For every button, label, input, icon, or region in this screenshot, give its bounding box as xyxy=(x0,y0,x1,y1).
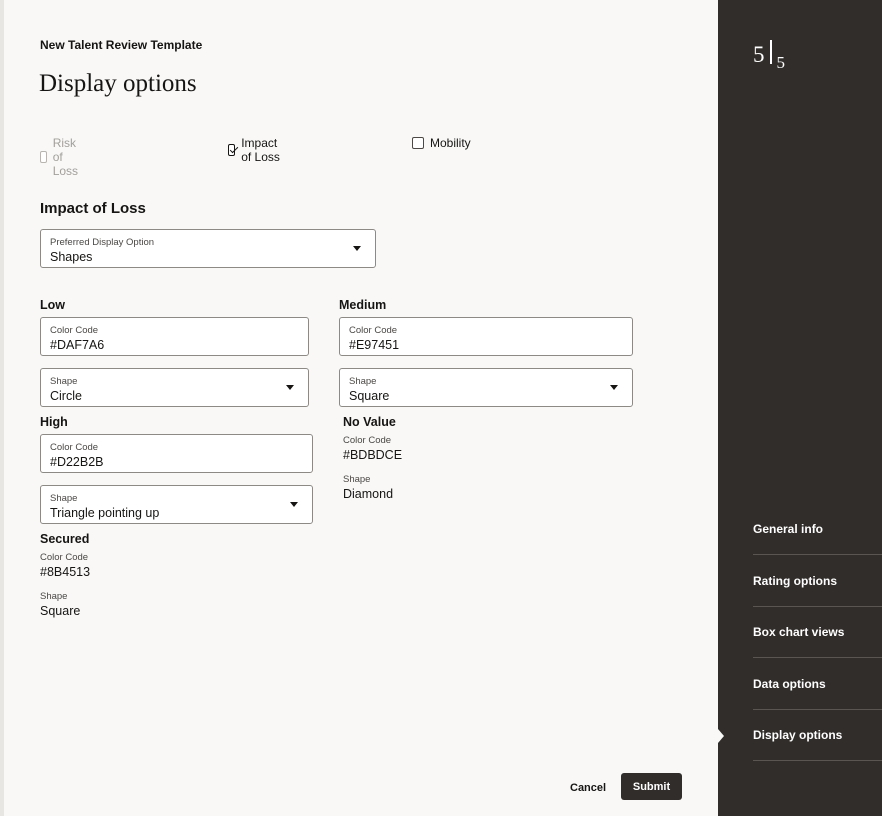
submit-button[interactable]: Submit xyxy=(621,773,682,800)
field-value: Circle xyxy=(50,389,82,403)
medium-color-code-input[interactable]: Color Code #E97451 xyxy=(339,317,633,356)
step-divider xyxy=(769,40,772,64)
field-value: Triangle pointing up xyxy=(50,506,160,520)
risk-of-loss-label: Risk of Loss xyxy=(52,136,79,178)
caret-down-icon xyxy=(610,385,618,390)
impact-of-loss-label: Impact of Loss xyxy=(241,136,280,164)
nav-item-data-options[interactable]: Data options xyxy=(753,658,882,710)
step-counter: 55 xyxy=(753,40,785,72)
nav-item-rating-options[interactable]: Rating options xyxy=(753,555,882,607)
secured-title: Secured xyxy=(40,532,90,546)
medium-title: Medium xyxy=(339,298,387,312)
mobility-label: Mobility xyxy=(430,136,471,150)
page-title: Display options xyxy=(39,70,197,97)
active-step-pointer-icon xyxy=(718,729,724,743)
field-label: Color Code xyxy=(349,325,398,336)
field-label: Shape xyxy=(349,376,377,387)
field-value: Shapes xyxy=(50,250,93,264)
low-color-code-input[interactable]: Color Code #DAF7A6 xyxy=(40,317,309,356)
nav-item-label: General info xyxy=(753,521,824,536)
section-title: Impact of Loss xyxy=(40,200,146,217)
field-value: #D22B2B xyxy=(50,455,104,469)
nav-item-general-info[interactable]: General info xyxy=(753,503,882,555)
field-label: Preferred Display Option xyxy=(50,237,155,248)
field-label: Color Code xyxy=(50,442,99,453)
current-step: 5 xyxy=(753,42,765,67)
low-title: Low xyxy=(40,298,65,312)
nav-item-label: Rating options xyxy=(753,573,837,588)
cancel-button[interactable]: Cancel xyxy=(566,778,610,798)
no-value-color-value: #BDBDCE xyxy=(343,448,403,462)
nav-item-label: Display options xyxy=(753,727,843,742)
secured-color-value: #8B4513 xyxy=(40,565,91,579)
impact-of-loss-checkbox[interactable]: Impact of Loss xyxy=(228,136,282,164)
high-shape-select[interactable]: Shape Triangle pointing up xyxy=(40,485,313,524)
main-panel: New Talent Review Template Display optio… xyxy=(4,0,718,816)
checkbox-unchecked-icon xyxy=(412,137,424,149)
no-value-color-label: Color Code xyxy=(343,435,392,446)
nav-item-box-chart-views[interactable]: Box chart views xyxy=(753,606,882,658)
no-value-shape-label: Shape xyxy=(343,474,371,485)
no-value-shape-value: Diamond xyxy=(343,487,394,501)
high-title: High xyxy=(40,415,68,429)
checkbox-unchecked-icon xyxy=(40,151,47,163)
field-value: Square xyxy=(349,389,390,403)
step-navigation-sidebar: 55 General info Rating options Box chart… xyxy=(718,0,882,816)
high-color-code-input[interactable]: Color Code #D22B2B xyxy=(40,434,313,473)
field-label: Color Code xyxy=(50,325,99,336)
caret-down-icon xyxy=(290,502,298,507)
nav-item-label: Data options xyxy=(753,676,826,691)
no-value-title: No Value xyxy=(343,415,396,429)
template-breadcrumb: New Talent Review Template xyxy=(40,38,203,52)
mobility-checkbox[interactable]: Mobility xyxy=(412,136,471,150)
field-label: Shape xyxy=(50,493,78,504)
risk-of-loss-checkbox[interactable]: Risk of Loss xyxy=(40,136,83,178)
nav-item-display-options[interactable]: Display options xyxy=(753,709,882,761)
checkbox-checked-icon xyxy=(228,144,236,156)
total-steps: 5 xyxy=(776,53,786,72)
secured-shape-value: Square xyxy=(40,604,81,618)
nav-item-label: Box chart views xyxy=(753,624,845,639)
caret-down-icon xyxy=(286,385,294,390)
secured-shape-label: Shape xyxy=(40,591,68,602)
field-value: #E97451 xyxy=(349,338,400,352)
caret-down-icon xyxy=(353,246,361,251)
field-value: #DAF7A6 xyxy=(50,338,105,352)
field-label: Shape xyxy=(50,376,78,387)
secured-color-label: Color Code xyxy=(40,552,89,563)
preferred-display-option-select[interactable]: Preferred Display Option Shapes xyxy=(40,229,376,268)
low-shape-select[interactable]: Shape Circle xyxy=(40,368,309,407)
medium-shape-select[interactable]: Shape Square xyxy=(339,368,633,407)
